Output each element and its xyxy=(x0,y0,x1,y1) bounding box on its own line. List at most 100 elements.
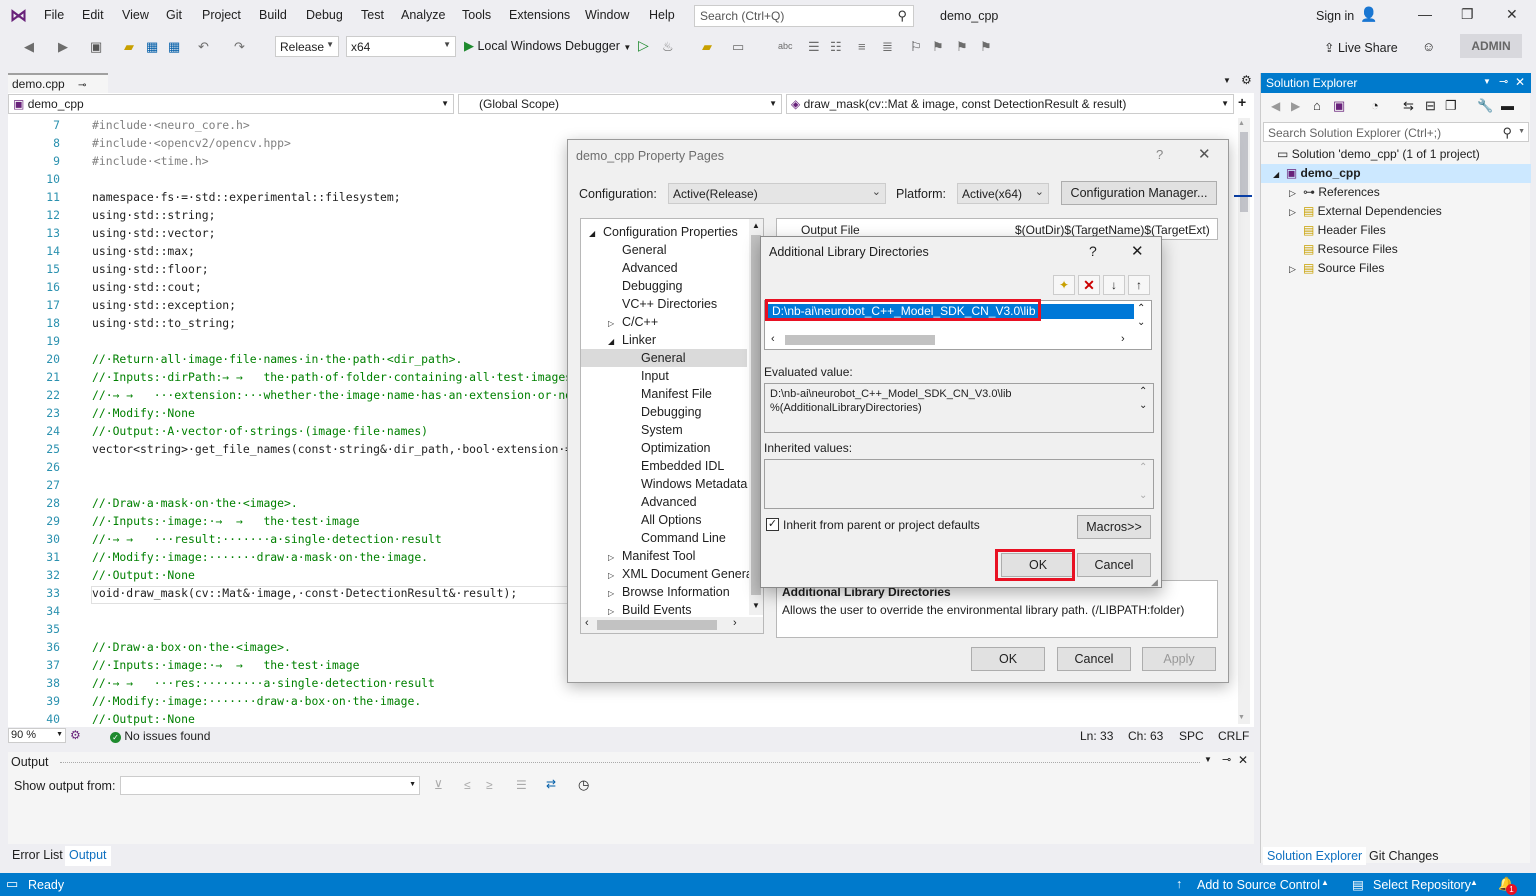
delete-icon[interactable]: ✕ xyxy=(1078,275,1100,295)
tree-item-browse-information[interactable]: ▷ Browse Information xyxy=(581,583,747,601)
open-folder-icon[interactable]: ▰ xyxy=(124,39,134,55)
code-line[interactable]: 29 //·Inputs:·image:·→ → the·test·image xyxy=(8,512,359,530)
menu-debug[interactable]: Debug xyxy=(306,8,343,22)
code-line[interactable]: 37 //·Inputs:·image:·→ → the·test·image xyxy=(8,656,359,674)
tree-item-general[interactable]: General xyxy=(581,349,747,367)
horizontal-scroll-thumb[interactable] xyxy=(785,335,935,345)
prev-bookmark-icon[interactable]: ⚑ xyxy=(932,39,944,55)
minimize-icon[interactable]: — xyxy=(1418,6,1432,22)
next-bookmark-icon[interactable]: ⚑ xyxy=(956,39,968,55)
code-line[interactable]: 31 //·Modify:·image:·······draw·a·mask·on… xyxy=(8,548,428,566)
code-line[interactable]: 9 #include·<time.h> xyxy=(8,152,208,170)
account-icon[interactable]: 👤 xyxy=(1360,6,1377,23)
member-nav-dropdown[interactable]: ◈ draw_mask(cv::Mat & image, const Detec… xyxy=(786,94,1234,114)
scroll-down-icon[interactable]: ⌄ xyxy=(1139,400,1147,411)
back-icon[interactable]: ◀ xyxy=(1271,99,1280,113)
menu-file[interactable]: File xyxy=(44,8,64,22)
property-ok-button[interactable]: OK xyxy=(971,647,1045,671)
back-icon[interactable]: ◀ xyxy=(24,39,34,55)
tree-item-configuration-properties[interactable]: ◢ Configuration Properties xyxy=(581,223,747,241)
grid-property-value[interactable]: $(OutDir)$(TargetName)$(TargetExt) xyxy=(1015,223,1210,237)
tree-item-system[interactable]: System xyxy=(581,421,747,439)
next-message-icon[interactable]: ≥ xyxy=(486,778,493,792)
tree-item-command-line[interactable]: Command Line xyxy=(581,529,747,547)
panel-dropdown-icon[interactable]: ▼ xyxy=(1204,755,1212,764)
forward-icon[interactable]: ▶ xyxy=(1291,99,1300,113)
solution-search-input[interactable]: Search Solution Explorer (Ctrl+;) ⚲ ▼ xyxy=(1263,122,1529,142)
inherit-checkbox[interactable]: ✓ xyxy=(766,518,779,531)
menu-window[interactable]: Window xyxy=(585,8,629,22)
code-line[interactable]: 13 using·std::vector; xyxy=(8,224,215,242)
code-line[interactable]: 18 using·std::to_string; xyxy=(8,314,236,332)
tab-list-dropdown-icon[interactable]: ▼ xyxy=(1223,76,1231,85)
scroll-up-icon[interactable]: ⌃ xyxy=(1139,462,1147,473)
lib-help-button[interactable]: ? xyxy=(1089,243,1097,259)
code-line[interactable]: 32 //·Output:·None xyxy=(8,566,195,584)
bookmark-icon[interactable]: ⚐ xyxy=(910,39,922,55)
tab-error-list[interactable]: Error List xyxy=(8,846,67,866)
new-project-icon[interactable]: ▣ xyxy=(90,39,102,55)
code-line[interactable]: 35 xyxy=(8,620,92,638)
search-box[interactable]: Search (Ctrl+Q) ⚲ xyxy=(694,5,914,27)
close-panel-icon[interactable]: ✕ xyxy=(1238,753,1248,767)
code-line[interactable]: 8 #include·<opencv2/opencv.hpp> xyxy=(8,134,291,152)
preview-icon[interactable]: ▬ xyxy=(1501,98,1514,113)
project-nav-dropdown[interactable]: ▣ demo_cpp ▼ xyxy=(8,94,454,114)
library-directories-list[interactable]: D:\nb-ai\neurobot_C++_Model_SDK_CN_V3.0\… xyxy=(764,299,1152,350)
new-line-icon[interactable]: ✦ xyxy=(1053,275,1075,295)
code-line[interactable]: 21 //·Inputs:·dirPath:→ → the·path·of·fol… xyxy=(8,368,572,386)
split-editor-icon[interactable]: + xyxy=(1238,94,1246,110)
code-line[interactable]: 30 //·→ → ···result:·······a·single·detec… xyxy=(8,530,441,548)
macros-button[interactable]: Macros>> xyxy=(1077,515,1151,539)
spell-check-icon[interactable]: abc xyxy=(778,41,793,51)
clock-icon[interactable]: ◷ xyxy=(578,777,589,793)
show-all-files-icon[interactable]: ❐ xyxy=(1445,98,1457,114)
code-line[interactable]: 7 #include·<neuro_core.h> xyxy=(8,116,250,134)
collapsed-icon[interactable]: ▷ xyxy=(1289,203,1303,222)
pin-icon[interactable]: ⊸ xyxy=(78,80,86,91)
close-panel-icon[interactable]: ✕ xyxy=(1515,75,1525,89)
scroll-down-icon[interactable]: ▼ xyxy=(1238,714,1245,721)
code-line[interactable]: 12 using·std::string; xyxy=(8,206,215,224)
property-cancel-button[interactable]: Cancel xyxy=(1057,647,1131,671)
scroll-thumb[interactable] xyxy=(597,620,717,630)
solution-item-external-dependencies[interactable]: ▷ ▤ External Dependencies xyxy=(1289,202,1442,221)
menu-git[interactable]: Git xyxy=(166,8,182,22)
whitespace-mode[interactable]: SPC xyxy=(1179,729,1204,743)
indent-icon[interactable]: ≡ xyxy=(858,39,866,54)
tree-item-debugging[interactable]: Debugging xyxy=(581,277,747,295)
tab-solution-explorer[interactable]: Solution Explorer xyxy=(1263,847,1367,865)
menu-edit[interactable]: Edit xyxy=(82,8,104,22)
scroll-left-icon[interactable]: ‹ xyxy=(585,617,589,629)
pin-icon[interactable]: ⊸ xyxy=(1499,75,1508,88)
start-debugging-button[interactable]: ▶ Local Windows Debugger ▼ xyxy=(464,38,631,54)
help-button[interactable]: ? xyxy=(1156,147,1163,162)
collapsed-icon[interactable]: ▷ xyxy=(1289,260,1303,279)
code-line[interactable]: 39 //·Modify:·image:·······draw·a·box·on·… xyxy=(8,692,421,710)
tree-item-advanced[interactable]: Advanced xyxy=(581,493,747,511)
maximize-icon[interactable]: ❐ xyxy=(1461,6,1474,23)
code-line[interactable]: 10 xyxy=(8,170,92,188)
move-down-icon[interactable]: ↓ xyxy=(1103,275,1125,295)
tree-item-linker[interactable]: ◢ Linker xyxy=(581,331,747,349)
tree-item-optimization[interactable]: Optimization xyxy=(581,439,747,457)
code-line[interactable]: 26 xyxy=(8,458,92,476)
collapsed-icon[interactable]: ▷ xyxy=(1289,184,1303,203)
editor-settings-icon[interactable]: ⚙ xyxy=(1241,73,1252,87)
scroll-up-icon[interactable]: ▲ xyxy=(1238,120,1245,127)
line-ending[interactable]: CRLF xyxy=(1218,729,1249,743)
lib-cancel-button[interactable]: Cancel xyxy=(1077,553,1151,577)
library-directory-entry[interactable]: D:\nb-ai\neurobot_C++_Model_SDK_CN_V3.0\… xyxy=(772,304,1036,318)
tree-item-advanced[interactable]: Advanced xyxy=(581,259,747,277)
tree-item-debugging[interactable]: Debugging xyxy=(581,403,747,421)
solution-item-references[interactable]: ▷ ⊶ References xyxy=(1289,183,1380,202)
code-line[interactable]: 28 //·Draw·a·mask·on·the·<image>. xyxy=(8,494,297,512)
code-line[interactable]: 20 //·Return·all·image·file·names·in·the·… xyxy=(8,350,462,368)
tree-item-embedded-idl[interactable]: Embedded IDL xyxy=(581,457,747,475)
code-line[interactable]: 24 //·Output:·A·vector·of·strings·(image·… xyxy=(8,422,428,440)
solution-node[interactable]: ▭ Solution 'demo_cpp' (1 of 1 project) xyxy=(1277,145,1480,164)
prev-message-icon[interactable]: ≤ xyxy=(464,778,471,792)
scroll-up-icon[interactable]: ⌃ xyxy=(1137,303,1145,314)
menu-analyze[interactable]: Analyze xyxy=(401,8,445,22)
inherit-checkbox-label[interactable]: Inherit from parent or project defaults xyxy=(783,518,980,532)
